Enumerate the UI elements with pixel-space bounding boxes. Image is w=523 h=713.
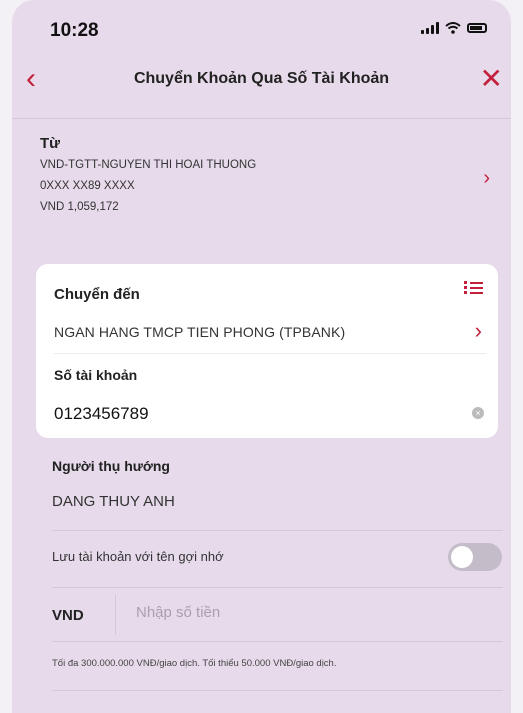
list-icon[interactable] — [464, 280, 484, 295]
wifi-icon — [445, 22, 461, 34]
status-time: 10:28 — [50, 20, 99, 41]
nav-bar: ‹ Chuyển Khoản Qua Số Tài Khoản ✕ — [12, 58, 511, 102]
chevron-right-icon[interactable]: › — [475, 318, 482, 344]
payee-label: Người thụ hướng — [52, 458, 170, 474]
currency-separator — [115, 595, 116, 635]
nav-divider — [12, 118, 511, 119]
amount-input[interactable] — [136, 604, 476, 621]
status-bar: 10:28 — [12, 0, 511, 52]
app-screen: 10:28 ‹ Chuyển Khoản Qua Số Tài Khoản ✕ … — [12, 0, 511, 713]
account-number-label: Số tài khoản — [54, 367, 138, 383]
from-label: Từ — [40, 135, 61, 152]
signal-icon — [421, 22, 439, 34]
divider — [52, 587, 503, 588]
divider — [52, 641, 503, 642]
divider — [52, 690, 503, 691]
source-account-balance: VND 1,059,172 — [40, 201, 119, 213]
currency-label: VND — [52, 607, 84, 624]
card-divider — [54, 353, 486, 354]
payee-name: DANG THUY ANH — [52, 493, 175, 510]
status-icons — [421, 22, 487, 34]
source-account-number: 0XXX XX89 XXXX — [40, 180, 135, 192]
limit-note: Tối đa 300.000.000 VNĐ/giao dịch. Tối th… — [52, 658, 337, 669]
close-icon[interactable]: ✕ — [480, 64, 503, 94]
source-account-selector[interactable]: Từ VND-TGTT-NGUYEN THI HOAI THUONG 0XXX … — [40, 135, 490, 222]
save-account-label: Lưu tài khoản với tên gợi nhớ — [52, 549, 224, 564]
clear-icon[interactable]: × — [472, 407, 484, 419]
chevron-right-icon[interactable]: › — [483, 167, 490, 190]
battery-icon — [467, 23, 487, 33]
destination-card: Chuyển đến NGAN HANG TMCP TIEN PHONG (TP… — [36, 264, 498, 438]
destination-label: Chuyển đến — [54, 286, 140, 303]
save-account-toggle[interactable] — [448, 543, 502, 571]
bank-selector[interactable]: NGAN HANG TMCP TIEN PHONG (TPBANK) — [54, 324, 345, 340]
page-title: Chuyển Khoản Qua Số Tài Khoản — [133, 70, 390, 87]
divider — [52, 530, 503, 531]
account-number-input[interactable] — [54, 404, 454, 424]
source-account-name: VND-TGTT-NGUYEN THI HOAI THUONG — [40, 159, 257, 171]
